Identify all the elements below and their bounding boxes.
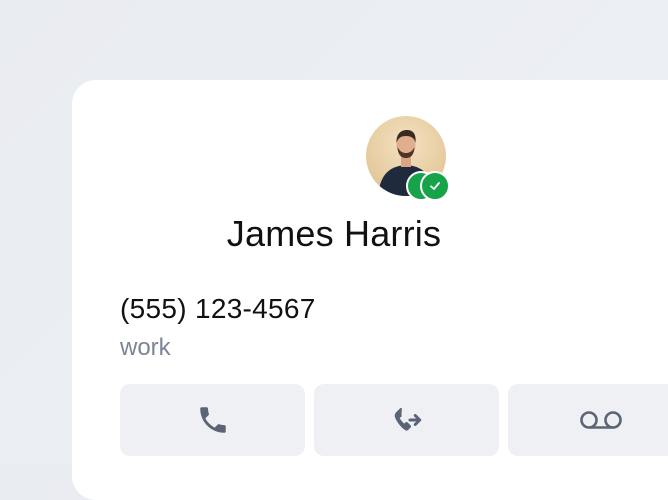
call-button[interactable] [120, 384, 305, 456]
phone-number[interactable]: (555) 123-4567 [120, 293, 316, 325]
action-buttons [120, 384, 668, 456]
verified-check-icon [420, 171, 450, 201]
voicemail-button[interactable] [508, 384, 668, 456]
transfer-call-button[interactable] [314, 384, 499, 456]
phone-type-label: work [120, 334, 171, 361]
phone-forward-icon [394, 408, 421, 431]
phone-icon [199, 407, 226, 433]
voicemail-icon [579, 411, 622, 429]
contact-name: James Harris [226, 213, 442, 254]
